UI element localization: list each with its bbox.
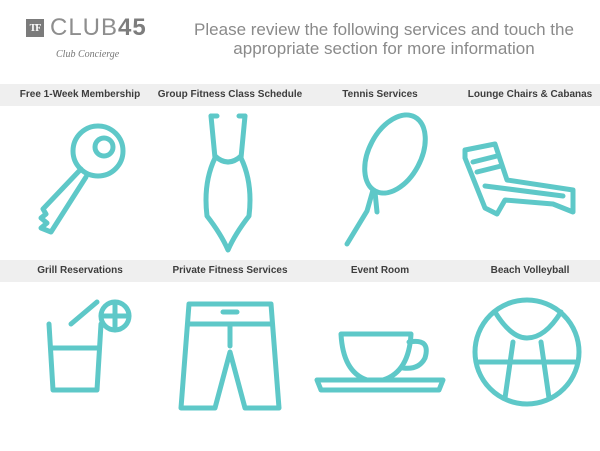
service-tile-grill-reservations[interactable]: Grill Reservations [5, 260, 155, 445]
key-icon [38, 123, 126, 235]
service-label: Grill Reservations [37, 265, 123, 276]
service-tile-group-fitness[interactable]: Group Fitness Class Schedule [155, 84, 305, 269]
service-tile-lounge-chairs[interactable]: Lounge Chairs & Cabanas [455, 84, 600, 269]
drink-glass-icon [46, 299, 132, 393]
service-label: Tennis Services [342, 89, 418, 100]
page-headline: Please review the following services and… [194, 20, 574, 58]
brand-name: CLUB45 [50, 16, 147, 40]
service-tile-beach-volleyball[interactable]: Beach Volleyball [455, 260, 600, 445]
brand-name-light: CLUB [50, 14, 119, 41]
service-tile-private-fitness[interactable]: Private Fitness Services [155, 260, 305, 445]
brand-subtitle: Club Concierge [56, 49, 120, 60]
brand-mark: TF [26, 19, 44, 37]
volleyball-icon [472, 297, 582, 407]
swimsuit-icon [203, 113, 253, 253]
brand-name-bold: 45 [118, 14, 147, 41]
teacup-icon [314, 331, 446, 393]
shorts-icon [178, 301, 282, 411]
lounge-chair-icon [462, 141, 576, 217]
service-label: Lounge Chairs & Cabanas [467, 89, 593, 100]
service-tile-event-room[interactable]: Event Room [305, 260, 455, 445]
tennis-racket-icon [344, 112, 428, 247]
service-label: Free 1-Week Membership [19, 89, 141, 100]
service-tile-tennis[interactable]: Tennis Services [305, 84, 455, 269]
club45-logo: TF CLUB45 Club Concierge [26, 16, 176, 70]
service-label: Private Fitness Services [172, 265, 288, 276]
service-label: Group Fitness Class Schedule [157, 89, 303, 100]
header: TF CLUB45 Club Concierge Please review t… [0, 0, 600, 80]
service-tile-free-membership[interactable]: Free 1-Week Membership [5, 84, 155, 269]
service-label: Event Room [350, 265, 410, 276]
service-label: Beach Volleyball [490, 265, 570, 276]
